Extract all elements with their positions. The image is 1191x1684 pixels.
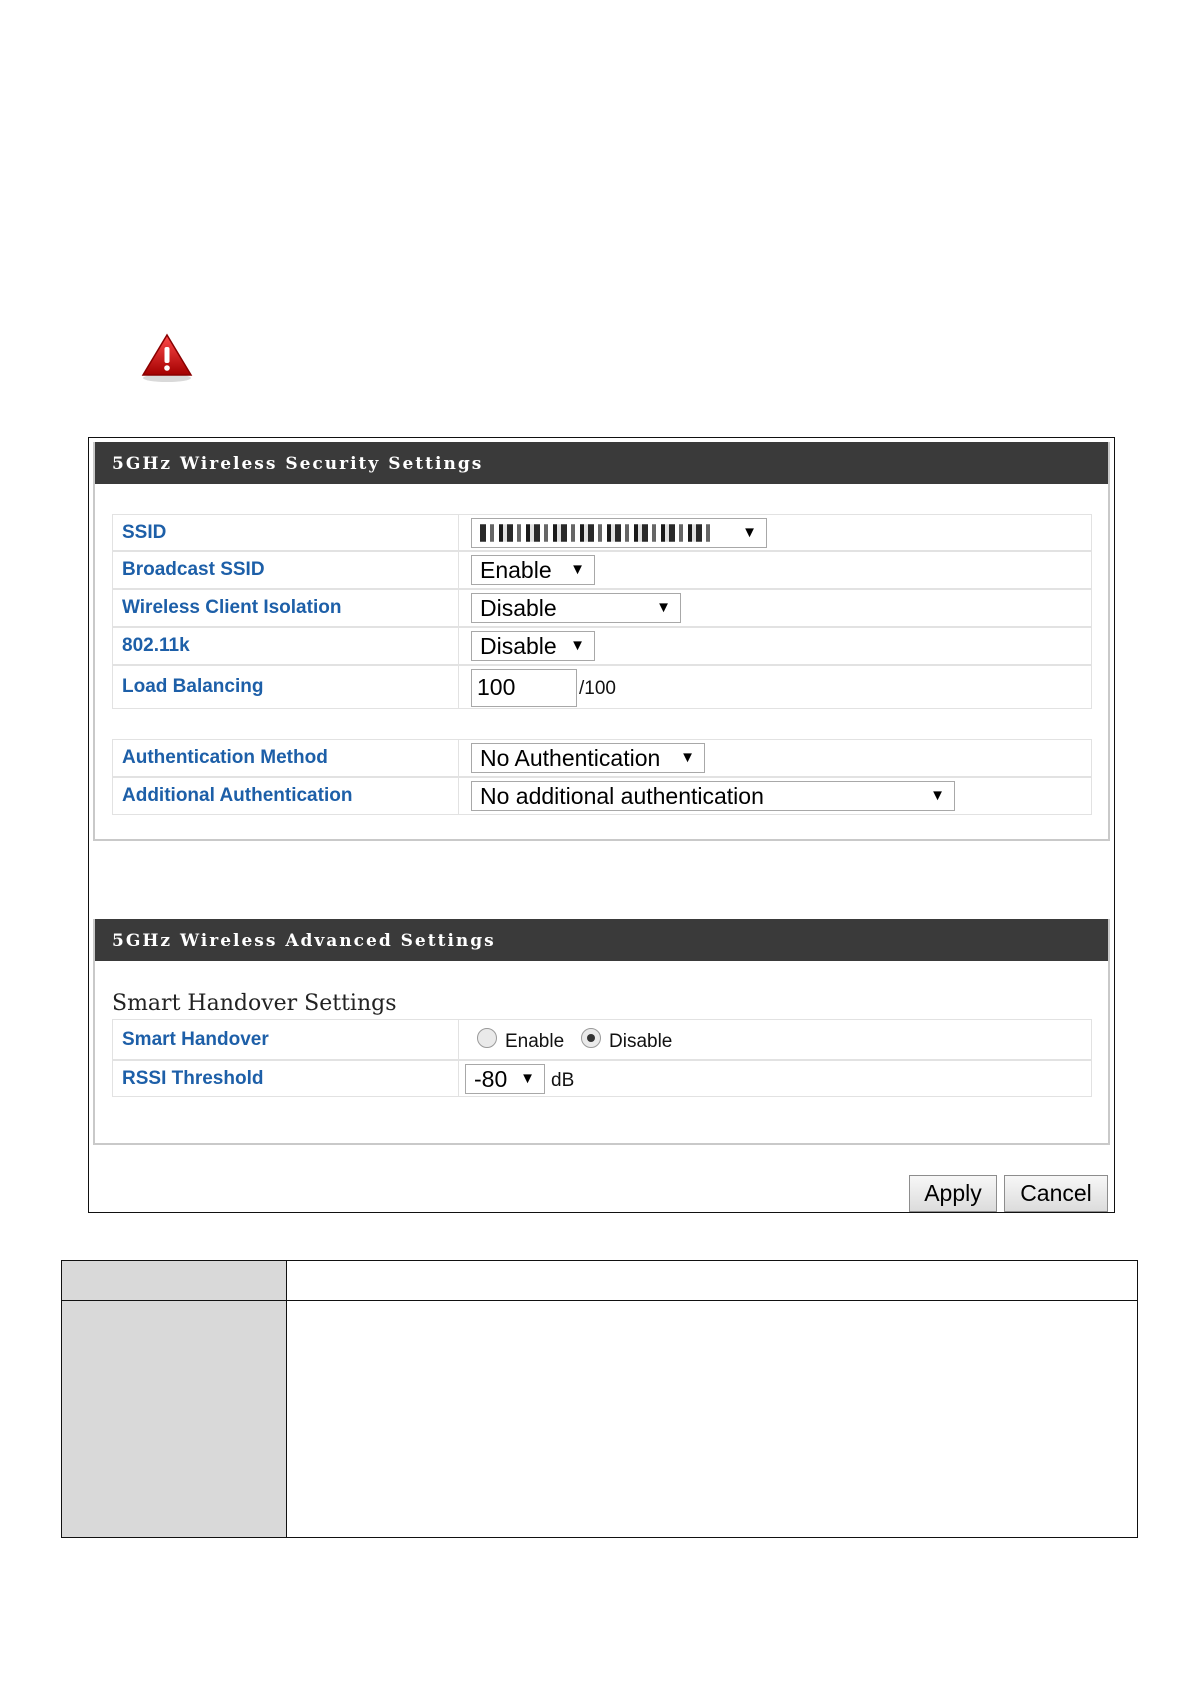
smart-handover-enable-label: Enable: [505, 1031, 565, 1052]
row-smart-handover: Smart Handover Enable Disable: [112, 1019, 1092, 1060]
advanced-panel-header: 5GHz Wireless Advanced Settings: [95, 919, 1108, 961]
dropdown-arrow-icon: ▼: [930, 787, 945, 804]
ssid-select[interactable]: ▼: [471, 518, 767, 548]
description-table: [61, 1260, 1138, 1538]
dropdown-arrow-icon: ▼: [520, 1070, 535, 1087]
dropdown-arrow-icon: ▼: [570, 637, 585, 654]
row-rssi-threshold: RSSI Threshold -80 ▼ dB: [112, 1060, 1092, 1097]
smart-handover-disable-label: Disable: [609, 1031, 673, 1052]
80211k-value: Disable: [480, 633, 557, 659]
security-panel-header: 5GHz Wireless Security Settings: [95, 442, 1108, 484]
additional-auth-label: Additional Authentication: [113, 778, 459, 814]
ssid-label: SSID: [113, 515, 459, 550]
smart-handover-subtitle: Smart Handover Settings: [112, 991, 397, 1016]
row-load-balancing: Load Balancing 100 /100: [112, 665, 1092, 709]
row-broadcast-ssid: Broadcast SSID Enable ▼: [112, 551, 1092, 589]
apply-button[interactable]: Apply: [909, 1175, 997, 1212]
client-isolation-label: Wireless Client Isolation: [113, 590, 459, 626]
broadcast-ssid-label: Broadcast SSID: [113, 552, 459, 588]
80211k-label: 802.11k: [113, 628, 459, 664]
ssid-redacted-value: [480, 524, 710, 542]
settings-screenshot-frame: 5GHz Wireless Security Settings SSID ▼ B…: [88, 437, 1115, 1213]
rssi-threshold-select[interactable]: -80 ▼: [465, 1064, 545, 1094]
client-isolation-value: Disable: [480, 595, 557, 621]
description-table-label-column: [62, 1261, 287, 1537]
warning-triangle-icon: [141, 333, 193, 382]
row-additional-auth: Additional Authentication No additional …: [112, 777, 1092, 815]
load-balancing-unit: /100: [579, 678, 616, 699]
row-auth-method: Authentication Method No Authentication …: [112, 739, 1092, 777]
dropdown-arrow-icon: ▼: [656, 599, 671, 616]
rssi-threshold-value: -80: [474, 1066, 508, 1092]
row-ssid: SSID ▼: [112, 514, 1092, 551]
row-80211k: 802.11k Disable ▼: [112, 627, 1092, 665]
auth-method-value: No Authentication: [480, 745, 661, 771]
auth-method-label: Authentication Method: [113, 740, 459, 776]
rssi-threshold-label: RSSI Threshold: [113, 1061, 459, 1096]
load-balancing-label: Load Balancing: [113, 666, 459, 708]
auth-method-select[interactable]: No Authentication ▼: [471, 743, 705, 773]
rssi-threshold-unit: dB: [551, 1070, 575, 1091]
dropdown-arrow-icon: ▼: [680, 749, 695, 766]
advanced-settings-panel: 5GHz Wireless Advanced Settings Smart Ha…: [93, 919, 1110, 1145]
80211k-select[interactable]: Disable ▼: [471, 631, 595, 661]
dropdown-arrow-icon: ▼: [570, 561, 585, 578]
security-settings-panel: 5GHz Wireless Security Settings SSID ▼ B…: [93, 442, 1110, 841]
smart-handover-disable-radio[interactable]: [581, 1028, 601, 1048]
cancel-button[interactable]: Cancel: [1004, 1175, 1108, 1212]
row-client-isolation: Wireless Client Isolation Disable ▼: [112, 589, 1092, 627]
description-table-header-divider: [62, 1300, 1137, 1301]
additional-auth-value: No additional authentication: [480, 783, 764, 809]
broadcast-ssid-value: Enable: [480, 557, 552, 583]
broadcast-ssid-select[interactable]: Enable ▼: [471, 555, 595, 585]
additional-auth-select[interactable]: No additional authentication ▼: [471, 781, 955, 811]
client-isolation-select[interactable]: Disable ▼: [471, 593, 681, 623]
load-balancing-input[interactable]: 100: [471, 669, 577, 707]
smart-handover-label: Smart Handover: [113, 1020, 459, 1059]
dropdown-arrow-icon: ▼: [742, 524, 757, 541]
smart-handover-enable-radio[interactable]: [477, 1028, 497, 1048]
